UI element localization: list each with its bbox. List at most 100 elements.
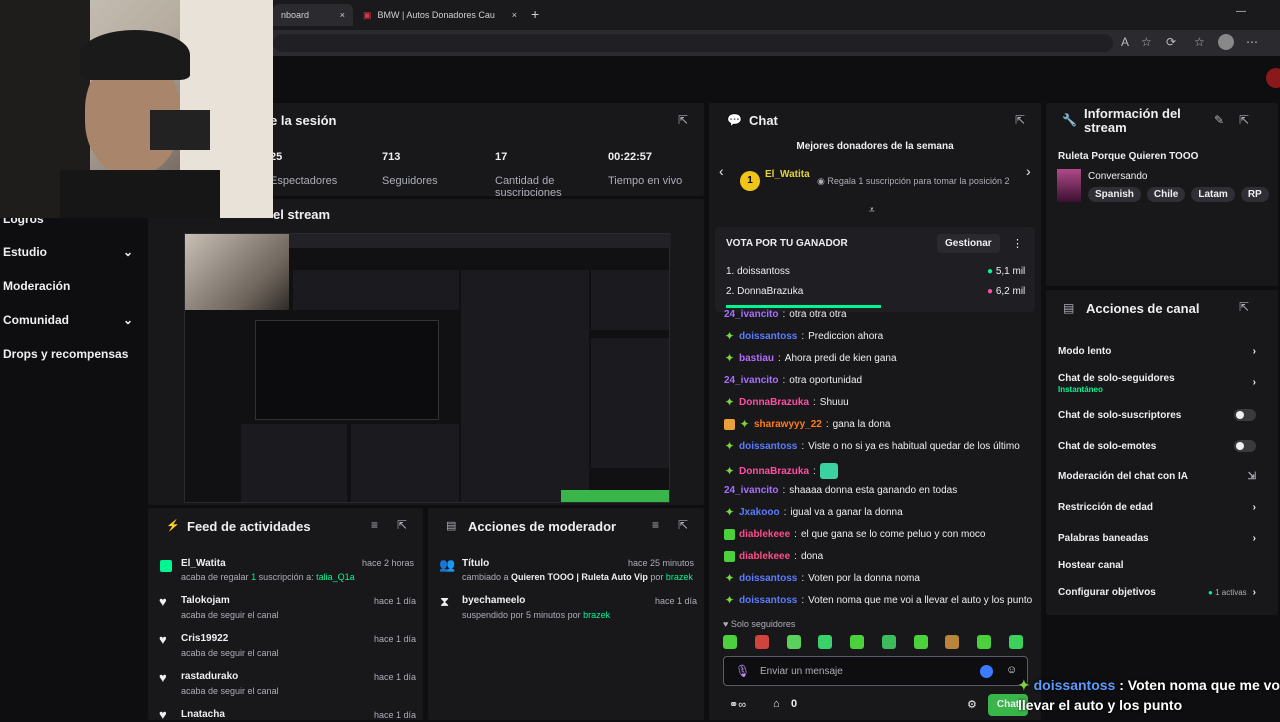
popout-icon[interactable]: ⇱: [1015, 113, 1025, 127]
goals-action[interactable]: Configurar objetivos ● 1 activas ›: [1058, 587, 1256, 598]
more-icon[interactable]: ⋯: [1246, 35, 1258, 49]
video-browser-bar: [289, 234, 671, 248]
feed-user[interactable]: Talokojam: [181, 595, 230, 606]
sidebar-item-moderacion[interactable]: Moderación: [3, 276, 133, 296]
category-name[interactable]: Conversando: [1088, 171, 1147, 182]
chevron-left-icon[interactable]: ‹: [719, 163, 724, 179]
popout-icon[interactable]: ⇱: [678, 113, 688, 127]
tab-label: nboard: [281, 10, 310, 20]
chat-username[interactable]: sharawyyy_22: [754, 419, 822, 430]
store-icon[interactable]: ⌂: [773, 698, 780, 710]
chat-username[interactable]: diablekeee: [739, 551, 790, 562]
browser-tab-bmw[interactable]: ▣ BMW | Autos Donadores Cau ×: [355, 4, 525, 26]
video-webcam: [185, 234, 289, 310]
url-field[interactable]: [273, 34, 1113, 52]
feed-user[interactable]: rastadurako: [181, 671, 238, 682]
top-donor-name[interactable]: El_Watita: [765, 169, 810, 180]
minimize-button[interactable]: —: [1236, 6, 1246, 17]
mod-subtext-by[interactable]: brazek: [583, 610, 610, 620]
slow-mode-action[interactable]: Modo lento ›: [1058, 346, 1256, 357]
feed-time: hace 1 día: [374, 710, 417, 720]
avatar[interactable]: [1218, 34, 1234, 50]
chat-username[interactable]: 24_ivancito: [724, 309, 778, 320]
collapse-icon[interactable]: ⩡: [869, 205, 875, 216]
chat-input[interactable]: 🎙 Enviar un mensaje ☺: [723, 656, 1028, 686]
sidebar-item-drops[interactable]: Drops y recompensas: [3, 344, 143, 364]
filter-icon[interactable]: ≡: [652, 518, 659, 532]
sidebar-item-comunidad[interactable]: Comunidad ⌄: [3, 310, 133, 330]
gear-icon[interactable]: ⚙: [967, 698, 977, 711]
avatar[interactable]: [1266, 68, 1280, 88]
feed-user[interactable]: El_Watita: [181, 558, 226, 569]
poll-manage-button[interactable]: Gestionar: [937, 234, 1000, 253]
browser-tab-dashboard[interactable]: nboard ×: [273, 4, 353, 26]
emote-icon[interactable]: [818, 635, 833, 649]
chevron-right-icon[interactable]: ›: [1026, 163, 1031, 179]
emotes-only-toggle[interactable]: [1234, 440, 1256, 452]
emote-icon[interactable]: [977, 635, 992, 649]
chat-username[interactable]: DonnaBrazuka: [739, 466, 809, 477]
chat-separator: :: [782, 309, 786, 320]
emote-icon[interactable]: [850, 635, 865, 649]
feed-subtext: acaba de seguir el canal: [181, 610, 279, 620]
chat-username[interactable]: Jxakooo: [739, 507, 780, 518]
emote-icon[interactable]: [754, 635, 769, 649]
mod-subtext-by[interactable]: brazek: [666, 572, 693, 582]
feed-subtext-target[interactable]: talia_Q1a: [316, 572, 355, 582]
chat-username[interactable]: doissantoss: [739, 331, 797, 342]
favorites-icon[interactable]: ☆: [1194, 35, 1205, 49]
new-tab-button[interactable]: +: [531, 6, 539, 22]
chat-username[interactable]: doissantoss: [739, 441, 797, 452]
chat-username[interactable]: diablekeee: [739, 529, 790, 540]
more-icon[interactable]: ⋮: [1012, 237, 1023, 250]
action-label: Modo lento: [1058, 346, 1112, 357]
microphone-icon[interactable]: 🎙: [735, 664, 750, 678]
emote-icon[interactable]: [913, 635, 928, 649]
sidebar-item-estudio[interactable]: Estudio ⌄: [3, 242, 133, 262]
popout-icon[interactable]: ⇱: [1239, 300, 1249, 314]
emote-icon[interactable]: [786, 635, 801, 649]
chat-username[interactable]: doissantoss: [739, 595, 797, 606]
chat-username[interactable]: 24_ivancito: [724, 375, 778, 386]
emote-icon[interactable]: [1008, 635, 1023, 649]
chat-username[interactable]: doissantoss: [739, 573, 797, 584]
emoji-icon[interactable]: ☺: [1006, 664, 1017, 676]
age-restriction-action[interactable]: Restricción de edad ›: [1058, 502, 1256, 513]
tag[interactable]: Spanish: [1088, 187, 1141, 202]
chat-input-placeholder: Enviar un mensaje: [760, 666, 843, 677]
star-icon[interactable]: ☆: [1141, 35, 1152, 49]
emote-icon[interactable]: [945, 635, 960, 649]
tag[interactable]: Chile: [1146, 187, 1186, 202]
tag[interactable]: Latam: [1191, 187, 1235, 202]
feed-user[interactable]: Lnatacha: [181, 709, 225, 720]
stream-video[interactable]: [184, 233, 671, 503]
close-icon[interactable]: ×: [340, 10, 345, 20]
host-channel-action[interactable]: Hostear canal: [1058, 560, 1256, 571]
extensions-icon[interactable]: ⟳: [1166, 35, 1176, 49]
popout-icon[interactable]: ⇱: [1239, 113, 1249, 127]
feed-user[interactable]: byechameelo: [462, 595, 525, 606]
subs-only-toggle[interactable]: [1234, 409, 1256, 421]
chat-username[interactable]: DonnaBrazuka: [739, 397, 809, 408]
chat-username[interactable]: 24_ivancito: [724, 485, 778, 496]
popout-icon[interactable]: ⇱: [397, 518, 407, 532]
feed-user[interactable]: Cris19922: [181, 633, 228, 644]
popout-icon[interactable]: ⇱: [678, 518, 688, 532]
points-icon[interactable]: ⚭∞: [729, 698, 746, 711]
emotes-only-action[interactable]: Chat de solo-emotes: [1058, 440, 1256, 452]
subs-only-action[interactable]: Chat de solo-suscriptores: [1058, 409, 1256, 421]
edit-icon[interactable]: ✎: [1214, 113, 1224, 127]
chat-username[interactable]: bastiau: [739, 353, 774, 364]
ai-moderation-action[interactable]: Moderación del chat con IA ⇲: [1058, 471, 1256, 482]
poll-option[interactable]: 2. DonnaBrazuka: [726, 286, 803, 297]
banned-words-action[interactable]: Palabras baneadas ›: [1058, 533, 1256, 544]
emote-icon[interactable]: [723, 635, 737, 649]
stat-label: Cantidad de suscripciones: [495, 175, 562, 196]
emote-icon[interactable]: [881, 635, 896, 649]
read-aloud-icon[interactable]: A: [1121, 35, 1129, 49]
close-icon[interactable]: ×: [512, 10, 517, 20]
followers-only-action[interactable]: Chat de solo-seguidores Instantáneo ›: [1058, 373, 1256, 395]
filter-icon[interactable]: ≡: [371, 518, 378, 532]
tag[interactable]: RP: [1240, 187, 1269, 202]
poll-option[interactable]: 1. doissantoss: [726, 266, 790, 277]
